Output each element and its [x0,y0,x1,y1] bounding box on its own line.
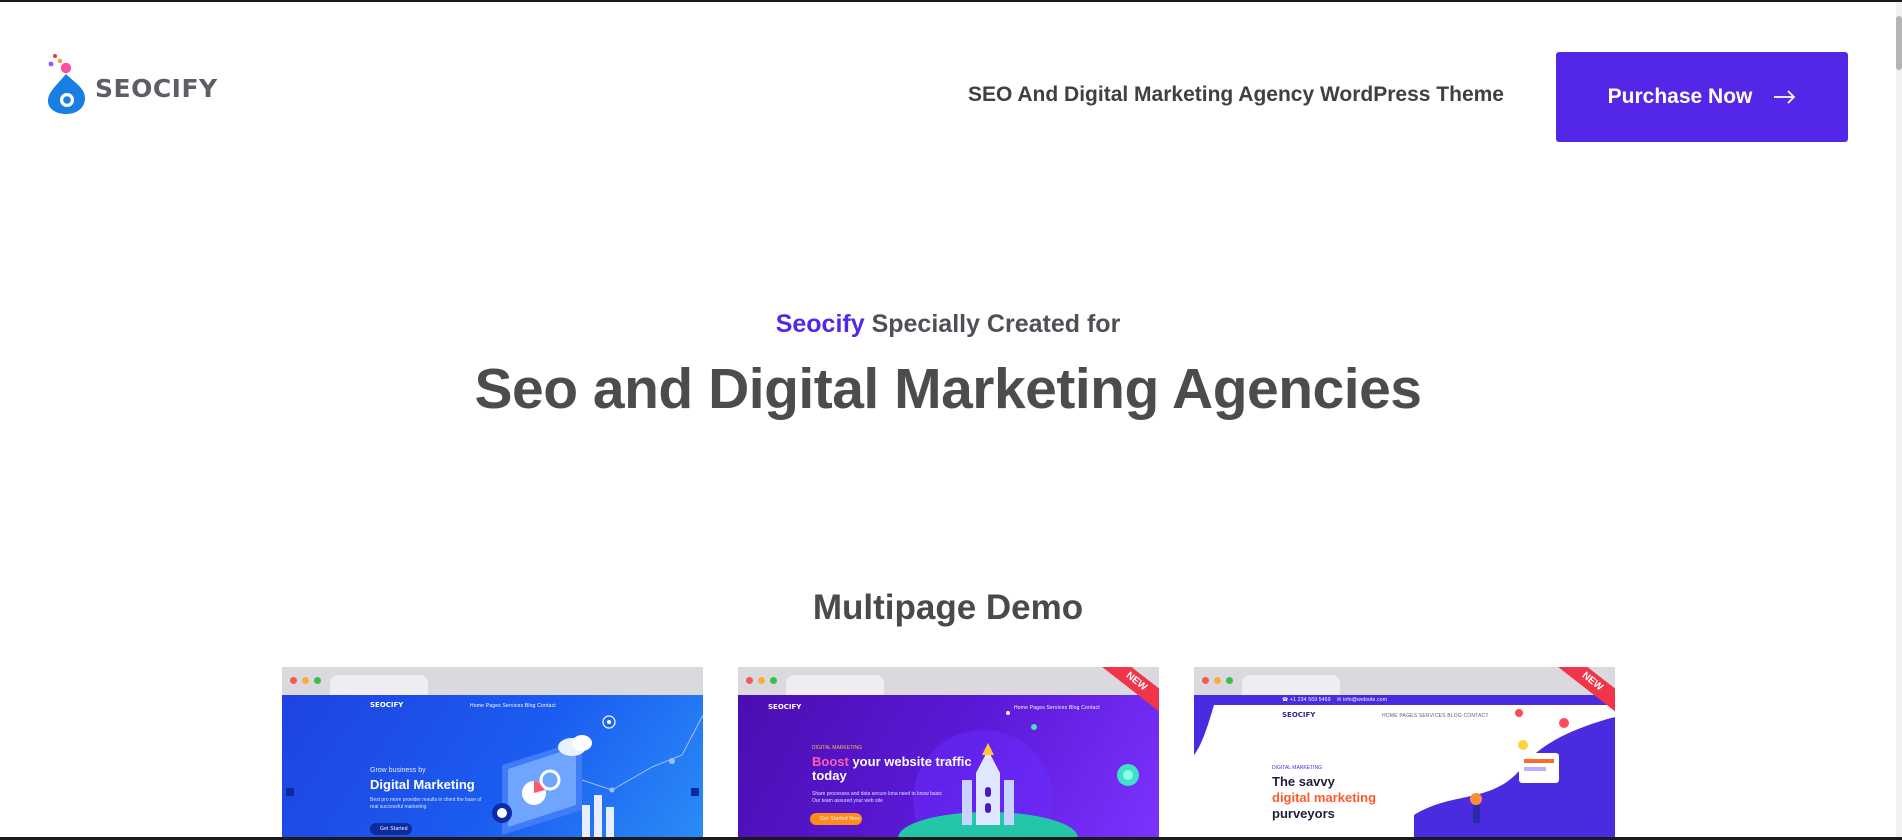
demo-headline-accent: digital marketing [1272,790,1377,805]
window-maximize-dot [1226,677,1233,684]
window-top-border [0,0,1902,2]
demo-card-2[interactable]: SEOCIFY Home Pages Services Blog Contact… [738,667,1159,838]
browser-tab [1242,675,1340,695]
window-minimize-dot [302,677,309,684]
demo-logo: SEOCIFY [768,703,802,711]
demo-card-3[interactable]: ☎ +1 234 569 5469 ✉ info@website.com SEO… [1194,667,1615,838]
demo-kicker: DIGITAL MARKETING [1272,765,1323,771]
window-maximize-dot [770,677,777,684]
demo-headline-accent: Boost [812,754,849,769]
demo-topbar: ☎ +1 234 569 5469 ✉ info@website.com [1282,697,1388,703]
demo-kicker: Grow business by [370,767,426,774]
demo-card-1[interactable]: SEOCIFY Home Pages Services Blog Contact… [282,667,703,838]
browser-bar [282,667,703,695]
window-minimize-dot [758,677,765,684]
seocify-logo-icon [48,54,85,114]
hero-title: Seo and Digital Marketing Agencies [474,357,1422,421]
demo-button: Get Started Now [820,816,860,822]
demo-preview-image: SEOCIFY Home Pages Services Blog Contact… [738,695,1159,838]
site-logo[interactable]: SEOCIFY [46,52,218,114]
scrollbar-track[interactable] [1896,2,1902,837]
arrow-right-icon [1774,90,1796,104]
demo-headline: Boost your website traffic today [812,754,972,784]
multipage-demo-title: Multipage Demo [812,588,1084,627]
hero-kicker-brand: Seocify [775,310,865,338]
hero-kicker-text: Specially Created for [864,310,1121,338]
purchase-now-label: Purchase Now [1607,85,1753,108]
window-close-dot [1202,677,1209,684]
purchase-now-button[interactable]: Purchase Now [1556,52,1848,142]
browser-bar [1194,667,1615,695]
demo-button: Get Started [380,826,408,832]
demo-nav: Home Pages Services Blog Contact [470,703,556,709]
demo-headline-line3: purveyors [1272,806,1335,821]
demo-nav: HOME PAGES SERVICES BLOG CONTACT [1382,713,1489,719]
demo-paragraph: Best pro more provider results in client… [370,797,482,810]
demo-headline-line1: The savvy [1272,774,1335,789]
digital-marketing-illustration [286,714,703,838]
header-tagline: SEO And Digital Marketing Agency WordPre… [967,83,1504,106]
hero-kicker: Seocify Specially Created for [0,310,1896,339]
demo-preview-image: SEOCIFY Home Pages Services Blog Contact… [282,695,703,838]
demo-logo: SEOCIFY [370,701,404,709]
window-maximize-dot [314,677,321,684]
browser-tab [330,675,428,695]
window-close-dot [746,677,753,684]
demo-nav: Home Pages Services Blog Contact [1014,705,1100,711]
window-minimize-dot [1214,677,1221,684]
demo-preview-image: ☎ +1 234 569 5469 ✉ info@website.com SEO… [1194,695,1615,838]
browser-bar [738,667,1159,695]
logo-wordmark: SEOCIFY [95,73,218,103]
window-close-dot [290,677,297,684]
demo-logo: SEOCIFY [1282,711,1316,719]
demo-headline: Digital Marketing [370,777,475,792]
demo-paragraph: Share processes and data secure lona nee… [812,791,942,804]
demo-kicker: DIGITAL MARKETING [812,745,863,751]
scrollbar-thumb[interactable] [1896,16,1902,70]
browser-tab [786,675,884,695]
